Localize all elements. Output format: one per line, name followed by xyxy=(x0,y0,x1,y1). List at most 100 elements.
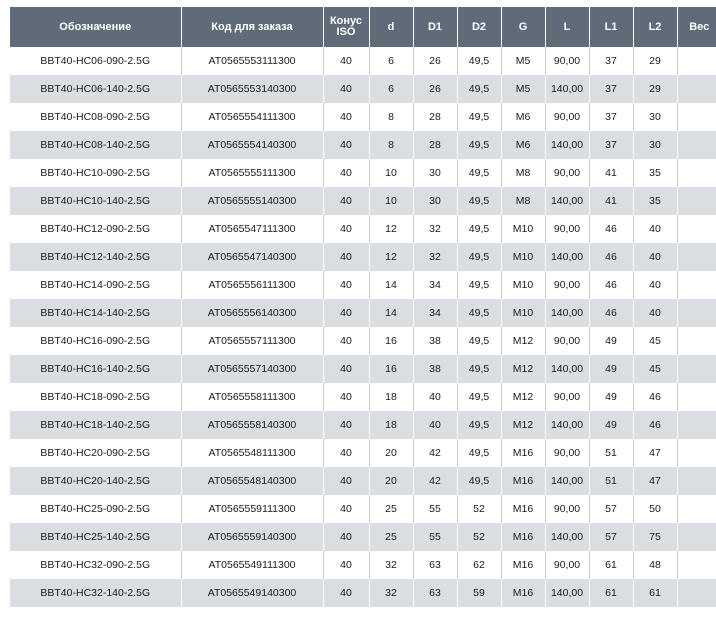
cell-designation: BBT40-HC06-140-2.5G xyxy=(10,75,182,103)
cell-D2: 49,5 xyxy=(457,271,502,299)
cell-weight xyxy=(677,103,716,131)
cell-d: 8 xyxy=(369,131,414,159)
cell-L1: 49 xyxy=(589,355,634,383)
cell-G: M12 xyxy=(501,383,546,411)
cell-L1: 37 xyxy=(589,131,634,159)
cell-L2: 35 xyxy=(633,159,678,187)
cell-D1: 28 xyxy=(413,131,458,159)
cell-L2: 40 xyxy=(633,215,678,243)
cell-G: M10 xyxy=(501,299,546,327)
cell-L: 90,00 xyxy=(545,439,590,467)
cell-L1: 41 xyxy=(589,187,634,215)
cell-L2: 40 xyxy=(633,299,678,327)
table-row: BBT40-HC14-090-2.5G AT0565556111300 40 14 34… xyxy=(10,271,716,299)
cell-D1: 40 xyxy=(413,411,458,439)
cell-d: 32 xyxy=(369,579,414,607)
cell-designation: BBT40-HC32-140-2.5G xyxy=(10,579,182,607)
cell-weight xyxy=(677,299,716,327)
cell-designation: BBT40-HC32-090-2.5G xyxy=(10,551,182,579)
cell-designation: BBT40-HC14-140-2.5G xyxy=(10,299,182,327)
cell-D1: 40 xyxy=(413,383,458,411)
cell-order-code: AT0565558111300 xyxy=(181,383,324,411)
cell-D1: 30 xyxy=(413,159,458,187)
cell-L2: 47 xyxy=(633,439,678,467)
cell-G: M12 xyxy=(501,411,546,439)
cell-cone-iso: 40 xyxy=(323,299,370,327)
cell-d: 6 xyxy=(369,47,414,75)
cell-weight xyxy=(677,271,716,299)
cell-L1: 49 xyxy=(589,383,634,411)
col-header-designation: Обозначение xyxy=(10,7,182,47)
cell-D2: 49,5 xyxy=(457,411,502,439)
cell-order-code: AT0565554140300 xyxy=(181,131,324,159)
cell-D1: 55 xyxy=(413,523,458,551)
cell-L: 140,00 xyxy=(545,75,590,103)
cell-D1: 38 xyxy=(413,327,458,355)
cell-D2: 49,5 xyxy=(457,327,502,355)
cell-D1: 30 xyxy=(413,187,458,215)
col-header-L: L xyxy=(545,7,590,47)
table-row: BBT40-HC10-090-2.5G AT0565555111300 40 10 30… xyxy=(10,159,716,187)
cell-weight xyxy=(677,355,716,383)
cell-cone-iso: 40 xyxy=(323,103,370,131)
cell-D2: 49,5 xyxy=(457,215,502,243)
cell-G: M10 xyxy=(501,215,546,243)
cell-L1: 49 xyxy=(589,327,634,355)
col-header-G: G xyxy=(501,7,546,47)
cell-L1: 46 xyxy=(589,215,634,243)
cell-D2: 49,5 xyxy=(457,103,502,131)
cell-L2: 29 xyxy=(633,47,678,75)
cell-d: 8 xyxy=(369,103,414,131)
cell-G: M5 xyxy=(501,75,546,103)
cell-D2: 49,5 xyxy=(457,299,502,327)
cell-order-code: AT0565547140300 xyxy=(181,243,324,271)
cell-D2: 52 xyxy=(457,523,502,551)
cell-L2: 61 xyxy=(633,579,678,607)
cell-L: 90,00 xyxy=(545,215,590,243)
cell-order-code: AT0565557140300 xyxy=(181,355,324,383)
cell-D1: 63 xyxy=(413,551,458,579)
cell-cone-iso: 40 xyxy=(323,75,370,103)
cell-G: M16 xyxy=(501,439,546,467)
cell-D1: 32 xyxy=(413,243,458,271)
cell-order-code: AT0565549140300 xyxy=(181,579,324,607)
cell-L1: 61 xyxy=(589,551,634,579)
table-row: BBT40-HC06-090-2.5G AT0565553111300 40 6 26 4… xyxy=(10,47,716,75)
cell-d: 10 xyxy=(369,159,414,187)
cell-order-code: AT0565553111300 xyxy=(181,47,324,75)
cell-cone-iso: 40 xyxy=(323,579,370,607)
cell-weight xyxy=(677,467,716,495)
cell-L2: 45 xyxy=(633,355,678,383)
cell-order-code: AT0565558140300 xyxy=(181,411,324,439)
cell-weight xyxy=(677,327,716,355)
cell-D2: 52 xyxy=(457,495,502,523)
cell-L1: 57 xyxy=(589,523,634,551)
cell-d: 18 xyxy=(369,411,414,439)
cell-D1: 34 xyxy=(413,299,458,327)
cell-G: M12 xyxy=(501,355,546,383)
cell-L: 140,00 xyxy=(545,355,590,383)
table-row: BBT40-HC18-140-2.5G AT0565558140300 40 18 40… xyxy=(10,411,716,439)
cell-cone-iso: 40 xyxy=(323,47,370,75)
col-header-L1: L1 xyxy=(589,7,634,47)
cell-L: 140,00 xyxy=(545,411,590,439)
cell-D2: 49,5 xyxy=(457,243,502,271)
cell-weight xyxy=(677,75,716,103)
cell-L: 140,00 xyxy=(545,523,590,551)
cell-designation: BBT40-HC12-090-2.5G xyxy=(10,215,182,243)
cell-G: M6 xyxy=(501,103,546,131)
cell-D1: 42 xyxy=(413,467,458,495)
cell-D2: 49,5 xyxy=(457,383,502,411)
cell-L1: 46 xyxy=(589,271,634,299)
cell-L: 90,00 xyxy=(545,47,590,75)
cell-D1: 32 xyxy=(413,215,458,243)
cell-L: 90,00 xyxy=(545,103,590,131)
col-header-d: d xyxy=(369,7,414,47)
cell-designation: BBT40-HC20-140-2.5G xyxy=(10,467,182,495)
cell-L: 140,00 xyxy=(545,243,590,271)
table-row: BBT40-HC18-090-2.5G AT0565558111300 40 18 40… xyxy=(10,383,716,411)
cell-weight xyxy=(677,187,716,215)
cell-D1: 63 xyxy=(413,579,458,607)
cell-d: 20 xyxy=(369,467,414,495)
cell-d: 25 xyxy=(369,523,414,551)
